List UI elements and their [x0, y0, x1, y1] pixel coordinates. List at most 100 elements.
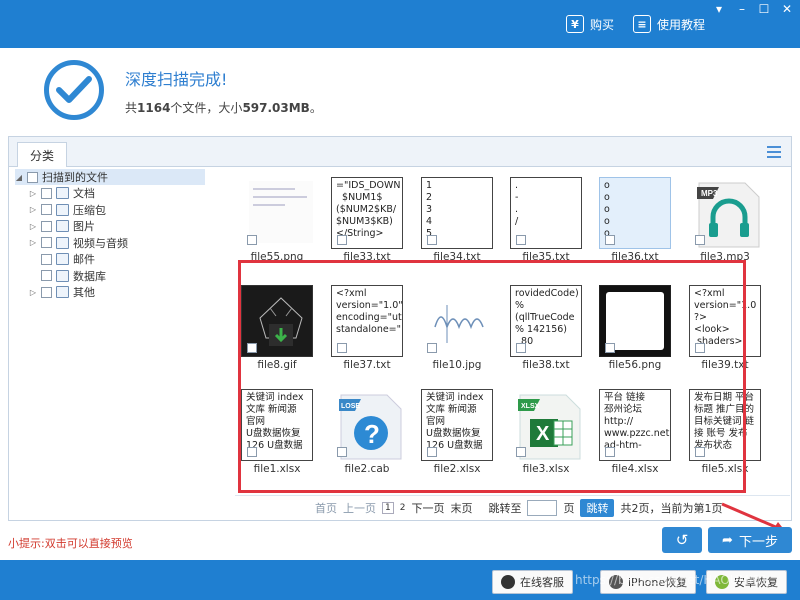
file-checkbox[interactable]: [247, 447, 257, 457]
file-tile[interactable]: 1 2 3 4 5 file34.txt: [419, 173, 495, 265]
preview-line: U盘数据恢复: [246, 428, 301, 439]
tree-item-checkbox[interactable]: [41, 253, 52, 265]
tab-category[interactable]: 分类: [17, 142, 67, 167]
file-checkbox[interactable]: [516, 343, 526, 353]
close-button[interactable]: ✕: [776, 0, 798, 18]
preview-line: 4: [426, 216, 433, 227]
file-tile[interactable]: . -. / file35.txt: [508, 173, 584, 265]
tree-root-checkbox[interactable]: [27, 171, 38, 183]
file-checkbox[interactable]: [695, 343, 705, 353]
preview-line: www.pzzc.net,: [604, 428, 671, 439]
tree-item-checkbox[interactable]: [41, 187, 52, 199]
preview-line: 关键词 index: [426, 392, 484, 403]
tree-item-label: 文档: [73, 187, 95, 200]
expand-icon[interactable]: ▷: [29, 222, 37, 231]
file-checkbox[interactable]: [337, 343, 347, 353]
minimize-button[interactable]: –: [731, 0, 753, 18]
tree-item-6[interactable]: ▷ 其他: [29, 284, 95, 300]
preview-line: <look>: [694, 324, 730, 335]
category-tree: ◢ 扫描到的文件 ▷ 文档 ▷ 压缩包 ▷ 图片 ▷ 视频与音频 邮件 数据库 ▷ 其他: [15, 169, 227, 519]
next-step-label: 下一步: [738, 534, 778, 550]
file-tile[interactable]: <?xml version="1.0" encoding="ut standalone…: [329, 281, 405, 373]
file-name: file8.gif: [257, 359, 297, 371]
file-checkbox[interactable]: [516, 235, 526, 245]
file-checkbox[interactable]: [427, 343, 437, 353]
tutorial-button[interactable]: ≡ 使用教程: [633, 12, 705, 36]
tree-item-checkbox[interactable]: [41, 270, 52, 281]
file-tile[interactable]: 关键词 index 文库 新闻源 官网 U盘数据恢复 126 U盘数据 file2.xls…: [419, 385, 495, 477]
file-checkbox[interactable]: [605, 235, 615, 245]
tree-item-checkbox[interactable]: [41, 204, 52, 215]
file-checkbox[interactable]: [337, 235, 347, 245]
jump-button[interactable]: 跳转: [580, 498, 615, 517]
file-checkbox[interactable]: [247, 235, 257, 245]
expand-icon[interactable]: ▷: [29, 288, 37, 297]
tree-item-2[interactable]: ▷ 图片: [29, 218, 95, 234]
view-menu-icon[interactable]: [767, 146, 781, 158]
file-tile[interactable]: <?xml version="1.0 ?> <look> shaders> file39…: [687, 281, 763, 373]
buy-button[interactable]: ¥ 购买: [566, 12, 614, 36]
svg-text:XLSX: XLSX: [521, 403, 540, 410]
tutorial-label: 使用教程: [657, 17, 706, 32]
file-name: file5.xlsx: [701, 463, 749, 475]
file-checkbox[interactable]: [605, 447, 615, 457]
feedback-icon[interactable]: ▾: [708, 0, 730, 18]
next-page-link[interactable]: 下一页: [411, 500, 444, 516]
last-page-link[interactable]: 末页: [450, 500, 472, 516]
file-checkbox[interactable]: [247, 343, 257, 353]
file-name: file37.txt: [343, 359, 391, 371]
collapse-icon[interactable]: ◢: [15, 173, 23, 182]
file-tile[interactable]: rovidedCode)% (qllTrueCode% 142156) 80 fil…: [508, 281, 584, 373]
file-tile[interactable]: 发布日期 平台 标题 推广目的 目标关键词 链接 账号 发布 发布状态 file5.xl…: [687, 385, 763, 477]
book-icon: ≡: [633, 15, 651, 33]
file-checkbox[interactable]: [605, 343, 615, 353]
tree-item-5[interactable]: 数据库: [29, 268, 106, 284]
tree-item-4[interactable]: 邮件: [29, 251, 95, 267]
file-tile[interactable]: o o o o o file36.txt: [597, 173, 673, 265]
file-checkbox[interactable]: [695, 447, 705, 457]
tree-item-0[interactable]: ▷ 文档: [29, 185, 95, 201]
tree-item-1[interactable]: ▷ 压缩包: [29, 202, 106, 218]
page-1-link[interactable]: 1: [382, 501, 394, 514]
file-tile[interactable]: LOSE? file2.cab: [329, 385, 405, 477]
expand-icon[interactable]: ▷: [29, 238, 37, 247]
file-tile[interactable]: file10.jpg: [419, 281, 495, 373]
tree-item-checkbox[interactable]: [41, 237, 52, 248]
preview-line: 文库 新闻源: [426, 404, 477, 415]
maximize-button[interactable]: ☐: [753, 0, 775, 18]
preview-line: version="1.0": [336, 300, 403, 311]
file-checkbox[interactable]: [695, 235, 705, 245]
file-tile[interactable]: file56.png: [597, 281, 673, 373]
page-jump-input[interactable]: [527, 499, 558, 516]
file-tile[interactable]: XLSX Xfile3.xlsx: [508, 385, 584, 477]
preview-line: <?xml: [694, 288, 725, 299]
file-name: file55.png: [250, 251, 304, 263]
tree-root[interactable]: ◢ 扫描到的文件: [15, 169, 205, 185]
file-checkbox[interactable]: [516, 447, 526, 457]
file-tile[interactable]: file8.gif: [239, 281, 315, 373]
file-tile[interactable]: ="IDS_DOWN $NUM1$ ($NUM2$KB/$NUM3$KB) </St…: [329, 173, 405, 265]
tree-item-checkbox[interactable]: [41, 286, 52, 298]
file-tile[interactable]: file55.png: [239, 173, 315, 265]
expand-icon[interactable]: ▷: [29, 205, 37, 214]
file-tile[interactable]: 关键词 index 文库 新闻源 官网 U盘数据恢复 126 U盘数据 file1.xls…: [239, 385, 315, 477]
undo-icon: ↺: [675, 531, 689, 549]
back-button[interactable]: ↺: [662, 527, 702, 553]
file-checkbox[interactable]: [427, 447, 437, 457]
tree-item-label: 其他: [73, 286, 95, 299]
expand-icon[interactable]: ▷: [29, 189, 37, 198]
file-checkbox[interactable]: [427, 235, 437, 245]
preview-line: o: [604, 180, 610, 191]
file-tile[interactable]: MP3 file3.mp3: [687, 173, 763, 265]
file-tile[interactable]: 平台 链接 邳州论坛 http://www.pzzc.net, ad-htm-file…: [597, 385, 673, 477]
scan-complete-title: 深度扫描完成!: [125, 70, 228, 89]
preview-line: ="IDS_DOWN: [336, 180, 401, 191]
online-service-button[interactable]: 在线客服: [492, 570, 573, 594]
page-2-link[interactable]: 2: [400, 503, 406, 513]
file-checkbox[interactable]: [337, 447, 347, 457]
prev-page-link[interactable]: 上一页: [343, 500, 376, 516]
tree-item-3[interactable]: ▷ 视频与音频: [29, 235, 128, 251]
next-step-button[interactable]: ➦ 下一步: [708, 527, 792, 553]
first-page-link[interactable]: 首页: [315, 500, 337, 516]
tree-item-checkbox[interactable]: [41, 220, 52, 232]
